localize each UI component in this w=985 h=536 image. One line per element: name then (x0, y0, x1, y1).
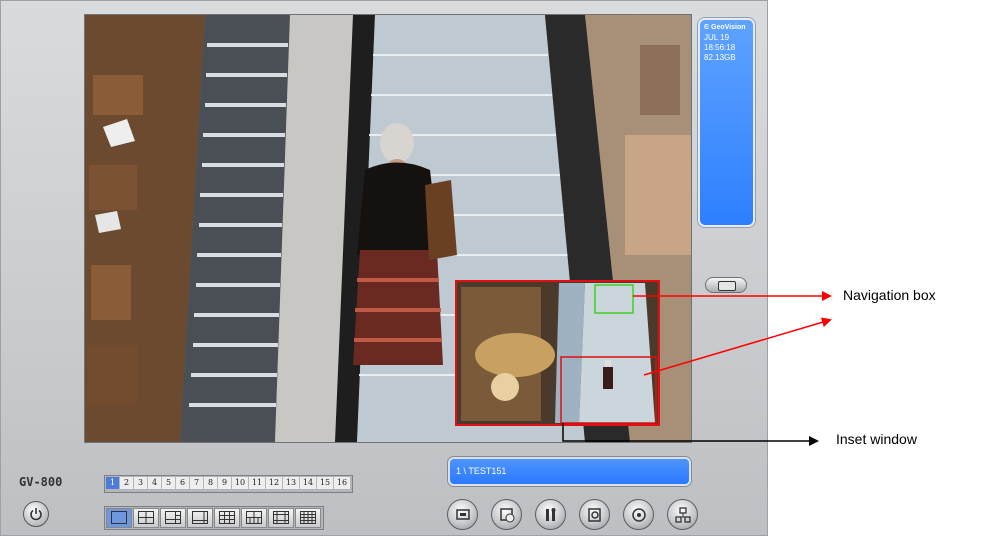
status-panel: Ͼ GeoVision JUL 19 18:56:18 82.13GB (698, 18, 755, 227)
camera-tab-8[interactable]: 8 (204, 477, 217, 489)
layout-8-icon (192, 511, 208, 524)
camera-tab-1[interactable]: 1 (106, 477, 119, 489)
layout-10-view-button[interactable] (241, 508, 267, 528)
disk-space-readout: 82.13GB (704, 53, 736, 62)
layout-9-icon (219, 511, 235, 524)
screen-division-selector (104, 506, 324, 530)
layout-6-view-button[interactable] (160, 508, 186, 528)
schedule-button[interactable] (491, 499, 522, 530)
layout-8-view-button[interactable] (187, 508, 213, 528)
camera-tab-13[interactable]: 13 (283, 477, 299, 489)
layout-1-view-button[interactable] (106, 508, 132, 528)
layout-4-view-button[interactable] (133, 508, 159, 528)
layout-13-view-button[interactable] (268, 508, 294, 528)
gv800-main-window: Ͼ GeoVision JUL 19 18:56:18 82.13GB GV-8… (0, 0, 768, 536)
brand-name: GeoVision (711, 24, 746, 31)
navigation-box-callout: Navigation box (843, 287, 936, 303)
time-readout: 18:56:18 (704, 43, 736, 52)
camera-tab-3[interactable]: 3 (134, 477, 147, 489)
layout-10-icon (246, 511, 262, 524)
network-icon (675, 507, 691, 523)
camera-tab-15[interactable]: 15 (317, 477, 333, 489)
tools-icon (546, 508, 556, 521)
ptz-control-button[interactable] (623, 499, 654, 530)
escalator-camera-feed (85, 15, 691, 442)
layout-4-icon (138, 511, 154, 524)
network-button[interactable] (667, 499, 698, 530)
camera-tab-16[interactable]: 16 (334, 477, 350, 489)
viewlog-button[interactable] (579, 499, 610, 530)
camera-tab-14[interactable]: 14 (300, 477, 316, 489)
brand-logo: Ͼ GeoVision (704, 24, 746, 31)
camera-selector: 1 2 3 4 5 6 7 8 9 10 11 12 13 14 15 16 (104, 475, 353, 493)
camera-tab-2[interactable]: 2 (120, 477, 133, 489)
camera-tab-9[interactable]: 9 (218, 477, 231, 489)
model-label: GV-800 (19, 475, 63, 489)
monitor-button[interactable] (447, 499, 478, 530)
monitor-icon (456, 509, 470, 520)
camera-tab-6[interactable]: 6 (176, 477, 189, 489)
camera-tab-4[interactable]: 4 (148, 477, 161, 489)
camera-tab-7[interactable]: 7 (190, 477, 203, 489)
layout-6-icon (165, 511, 181, 524)
video-display[interactable] (84, 14, 692, 443)
exit-button[interactable] (23, 501, 49, 527)
power-icon (30, 508, 42, 521)
camera-tab-11[interactable]: 11 (249, 477, 265, 489)
layout-1-icon (111, 511, 127, 524)
layout-13-icon (273, 511, 289, 524)
schedule-icon (500, 508, 515, 523)
layout-9-view-button[interactable] (214, 508, 240, 528)
camera-icon (718, 281, 736, 291)
snapshot-button[interactable] (705, 277, 747, 293)
camera-tab-12[interactable]: 12 (266, 477, 282, 489)
date-readout: JUL 19 (704, 33, 730, 42)
ptz-icon (632, 508, 646, 522)
configure-button[interactable] (535, 499, 566, 530)
inset-window[interactable] (455, 280, 660, 426)
viewlog-icon (588, 508, 601, 522)
function-toolbar (447, 499, 711, 530)
camera-tab-5[interactable]: 5 (162, 477, 175, 489)
layout-16-view-button[interactable] (295, 508, 321, 528)
camera-name-display: 1 \ TEST151 (448, 457, 691, 486)
camera-tab-10[interactable]: 10 (232, 477, 248, 489)
layout-16-icon (300, 511, 316, 524)
inset-window-callout: Inset window (836, 431, 917, 447)
